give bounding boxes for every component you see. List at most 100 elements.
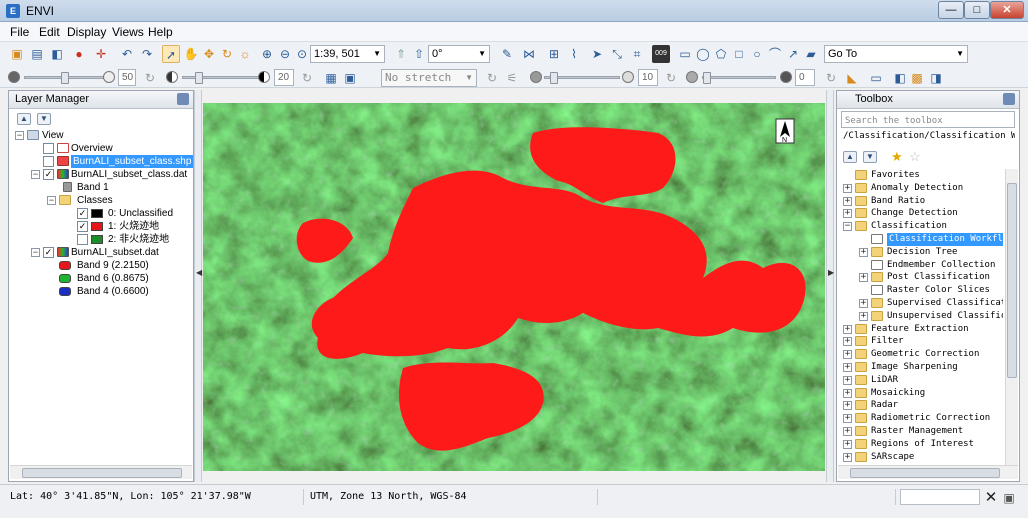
pin-icon[interactable]: ● bbox=[70, 45, 88, 63]
collapse-up-button[interactable]: ▲ bbox=[843, 151, 857, 163]
stretch-view-icon[interactable]: ▣ bbox=[341, 69, 359, 87]
left-splitter[interactable]: ◀ bbox=[194, 90, 202, 482]
menu-views[interactable]: Views bbox=[112, 25, 144, 39]
goto-combo[interactable]: Go To ▼ bbox=[824, 45, 968, 63]
overview-checkbox[interactable] bbox=[43, 143, 54, 154]
expand-icon[interactable]: + bbox=[843, 196, 852, 206]
collapse-icon[interactable]: − bbox=[31, 248, 40, 257]
expand-icon[interactable]: + bbox=[843, 452, 852, 462]
ellipse-icon[interactable]: ◯ bbox=[694, 45, 712, 63]
toolbox-vscroll[interactable] bbox=[1005, 169, 1018, 465]
menu-help[interactable]: Help bbox=[148, 25, 173, 39]
layer-icon[interactable]: ◧ bbox=[48, 45, 66, 63]
class-2-checkbox[interactable] bbox=[77, 234, 88, 245]
pin-panel-icon[interactable] bbox=[177, 93, 189, 105]
hscroll-thumb[interactable] bbox=[22, 468, 182, 478]
expand-icon[interactable]: + bbox=[859, 311, 868, 321]
collapse-icon[interactable]: − bbox=[47, 196, 56, 205]
menu-edit[interactable]: Edit bbox=[39, 25, 60, 39]
expand-icon[interactable]: + bbox=[843, 414, 852, 424]
rotation-combo[interactable]: 0° ▼ bbox=[428, 45, 490, 63]
expand-icon[interactable]: + bbox=[843, 401, 852, 411]
expand-icon[interactable]: + bbox=[843, 363, 852, 372]
scale-combo[interactable]: 1:39, 501 ▼ bbox=[310, 45, 385, 63]
class-raster-checkbox[interactable]: ✓ bbox=[43, 169, 54, 180]
cancel-process-icon[interactable]: ✕ bbox=[982, 489, 1000, 507]
fly-icon[interactable]: ✥ bbox=[200, 45, 218, 63]
stretch-combo[interactable]: No stretch ▼ bbox=[381, 69, 477, 87]
zoom-fit-icon[interactable]: ⊙ bbox=[293, 45, 311, 63]
transparency-thumb[interactable] bbox=[703, 72, 711, 84]
unfavorite-star-icon[interactable]: ☆ bbox=[909, 149, 921, 165]
expand-icon[interactable]: + bbox=[843, 388, 852, 398]
class-0-checkbox[interactable]: ✓ bbox=[77, 208, 88, 219]
stretch-full-icon[interactable]: ▦ bbox=[322, 69, 340, 87]
select-icon[interactable]: ➚ bbox=[162, 45, 180, 63]
menu-file[interactable]: File bbox=[10, 25, 29, 39]
collapse-down-button[interactable]: ▼ bbox=[37, 113, 51, 125]
polygon-icon[interactable]: ⬠ bbox=[712, 45, 730, 63]
expand-icon[interactable]: + bbox=[843, 337, 852, 347]
maximize-button[interactable]: □ bbox=[964, 1, 990, 19]
brightness-value[interactable]: 50 bbox=[118, 69, 136, 86]
pin-panel-icon[interactable] bbox=[1003, 93, 1015, 105]
subset-raster-checkbox[interactable]: ✓ bbox=[43, 247, 54, 258]
histogram-icon[interactable]: ◣ bbox=[843, 69, 861, 87]
expand-icon[interactable]: + bbox=[859, 273, 868, 283]
menu-display[interactable]: Display bbox=[67, 25, 106, 39]
rotate-icon[interactable]: ↻ bbox=[218, 45, 236, 63]
transparency-slider[interactable] bbox=[702, 72, 776, 84]
data-icon[interactable]: 009 bbox=[652, 45, 670, 63]
pan-icon[interactable]: ✋ bbox=[182, 45, 200, 63]
process-manager-icon[interactable]: ▣ bbox=[1000, 489, 1018, 507]
toolbox-search-input[interactable]: Search the toolbox bbox=[841, 111, 1015, 128]
expand-icon[interactable]: + bbox=[843, 183, 852, 193]
collapse-icon[interactable]: − bbox=[15, 131, 24, 140]
square-icon[interactable]: □ bbox=[730, 45, 748, 63]
sharpen-value[interactable]: 10 bbox=[638, 69, 658, 86]
polyline-draw-icon[interactable]: ⌒ bbox=[766, 45, 784, 63]
scale-icon[interactable]: ☼ bbox=[236, 45, 254, 63]
expand-icon[interactable]: + bbox=[843, 324, 852, 334]
expand-icon[interactable]: + bbox=[843, 427, 852, 436]
vscroll-thumb[interactable] bbox=[1007, 183, 1017, 378]
contrast-value[interactable]: 20 bbox=[274, 69, 294, 86]
zoom-out-icon[interactable]: ⊖ bbox=[276, 45, 294, 63]
image-view[interactable]: N bbox=[203, 103, 825, 471]
monitor-icon[interactable]: ▭ bbox=[867, 69, 885, 87]
reset-transparency-icon[interactable]: ↻ bbox=[822, 69, 840, 87]
reset-contrast-icon[interactable]: ↻ bbox=[298, 69, 316, 87]
toolbox-hscroll[interactable] bbox=[838, 465, 1018, 479]
expand-icon[interactable]: + bbox=[859, 299, 868, 308]
expand-icon[interactable]: + bbox=[859, 247, 868, 257]
favorite-star-icon[interactable]: ★ bbox=[891, 149, 903, 165]
circle-tool-icon[interactable]: ○ bbox=[748, 45, 766, 63]
sharpen-slider[interactable] bbox=[544, 72, 620, 84]
arrow-tool-icon[interactable]: ➤ bbox=[588, 45, 606, 63]
close-button[interactable]: ✕ bbox=[990, 1, 1024, 19]
expand-icon[interactable]: + bbox=[843, 350, 852, 360]
collapse-icon[interactable]: − bbox=[31, 170, 40, 179]
brightness-thumb[interactable] bbox=[61, 72, 69, 84]
vector-edit-icon[interactable]: ✎ bbox=[498, 45, 516, 63]
reset-brightness-icon[interactable]: ↻ bbox=[141, 69, 159, 87]
expand-icon[interactable]: + bbox=[843, 375, 852, 385]
stretch-settings-icon[interactable]: ⚟ bbox=[503, 69, 521, 87]
vertex-icon[interactable]: ⋈ bbox=[520, 45, 538, 63]
rect-icon[interactable]: ▭ bbox=[676, 45, 694, 63]
contrast-thumb[interactable] bbox=[195, 72, 203, 84]
class-1-checkbox[interactable]: ✓ bbox=[77, 221, 88, 232]
layer-manager-hscroll[interactable] bbox=[10, 465, 192, 479]
polyline-icon[interactable]: ⌇ bbox=[565, 45, 583, 63]
flicker-icon[interactable]: ▩ bbox=[908, 69, 926, 87]
open-icon[interactable]: ▣ bbox=[8, 45, 26, 63]
reset-sharpen-icon[interactable]: ↻ bbox=[662, 69, 680, 87]
transparency-value[interactable]: 0 bbox=[795, 69, 815, 86]
measure-icon[interactable]: ⤡ bbox=[608, 45, 626, 63]
picture-icon[interactable]: ▰ bbox=[802, 45, 820, 63]
shapefile-checkbox[interactable] bbox=[43, 156, 54, 167]
rotate-left-icon[interactable]: ⇑ bbox=[392, 45, 410, 63]
hscroll-thumb[interactable] bbox=[850, 468, 1000, 478]
expand-icon[interactable]: + bbox=[843, 209, 852, 219]
blend-icon[interactable]: ◨ bbox=[927, 69, 945, 87]
